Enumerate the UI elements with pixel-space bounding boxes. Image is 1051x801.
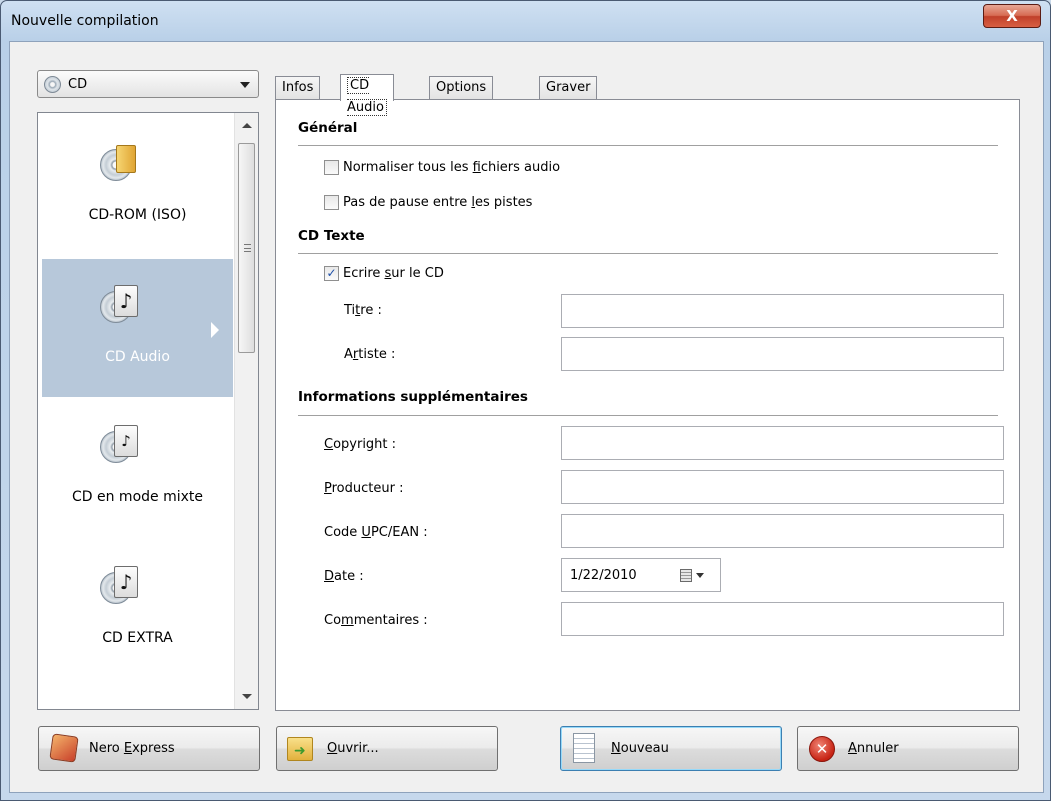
open-label: Ouvrir... [327, 741, 379, 756]
no-pause-checkbox[interactable]: Pas de pause entre les pistes [324, 192, 532, 212]
dialog-window: Nouvelle compilation X CD CD-ROM (ISO) ♪… [0, 0, 1051, 801]
section-title-cd-text: CD Texte [298, 228, 365, 244]
nero-express-button[interactable]: Nero Express [38, 726, 260, 771]
list-item-label: CD en mode mixte [71, 489, 203, 505]
calendar-icon[interactable] [680, 569, 692, 582]
disc-icon [44, 76, 61, 93]
tab-infos[interactable]: Infos [275, 76, 321, 100]
comments-label: Commentaires : [324, 613, 428, 628]
open-button[interactable]: Ouvrir... [276, 726, 498, 771]
tab-label: Graver [546, 80, 591, 95]
cancel-icon: ✕ [806, 733, 838, 765]
titre-label: Titre : [344, 303, 382, 318]
list-item-label: CD EXTRA [102, 630, 173, 646]
write-cd-text-checkbox[interactable]: ✓ Ecrire sur le CD [324, 263, 444, 283]
disc-type-value: CD [68, 77, 88, 92]
cd-rom-iso-icon [100, 141, 142, 183]
checkbox-box[interactable]: ✓ [324, 265, 339, 281]
artiste-input[interactable] [561, 337, 1004, 371]
tab-label: Infos [282, 80, 314, 95]
tab-options-cda[interactable]: Options CDA [429, 76, 494, 117]
grip-icon [244, 244, 251, 252]
producteur-input[interactable] [561, 470, 1004, 504]
nero-express-icon [47, 733, 79, 765]
write-cd-text-label: Ecrire sur le CD [343, 265, 444, 281]
copyright-label: Copyright : [324, 437, 397, 452]
selection-arrow-icon [211, 322, 219, 338]
tab-graver[interactable]: Graver [539, 76, 598, 100]
close-button[interactable]: X [983, 4, 1041, 28]
chevron-down-icon [240, 82, 250, 88]
section-divider [298, 253, 998, 254]
close-icon: X [1006, 7, 1018, 25]
tab-panel-cd-audio: Général Normaliser tous les fichiers aud… [275, 99, 1020, 711]
chevron-down-icon[interactable] [696, 573, 704, 578]
list-scrollbar[interactable] [234, 113, 258, 709]
titre-input[interactable] [561, 294, 1004, 328]
list-items: CD-ROM (ISO) ♪ CD Audio ♪ CD en mode mix… [38, 113, 234, 709]
list-item-label: CD Audio [105, 349, 170, 365]
scrollbar-thumb[interactable] [238, 143, 255, 353]
list-item-cd-rom-iso[interactable]: CD-ROM (ISO) [42, 117, 233, 255]
dialog-client-area: CD CD-ROM (ISO) ♪ CD Audio ♪ CD en mode … [9, 41, 1044, 793]
nero-express-label: Nero Express [89, 741, 175, 756]
normalize-checkbox[interactable]: Normaliser tous les fichiers audio [324, 157, 560, 177]
cancel-label: Annuler [848, 741, 899, 756]
tab-cd-audio[interactable]: CD Audio [340, 74, 394, 116]
new-label: Nouveau [611, 741, 669, 756]
date-label: Date : [324, 569, 364, 584]
list-item-label: CD-ROM (ISO) [88, 207, 187, 223]
date-value: 1/22/2010 [570, 568, 637, 583]
title-bar[interactable]: Nouvelle compilation X [1, 1, 1050, 41]
upc-ean-label: Code UPC/EAN : [324, 525, 428, 540]
new-document-icon [569, 733, 601, 765]
section-title-general: Général [298, 120, 358, 136]
section-divider [298, 415, 998, 416]
list-item-cd-extra[interactable]: ♪ CD EXTRA [42, 540, 233, 678]
cd-audio-icon: ♪ [100, 283, 142, 325]
list-item-cd-mixed-mode[interactable]: ♪ CD en mode mixte [42, 399, 233, 537]
normalize-label: Normaliser tous les fichiers audio [343, 159, 561, 175]
disc-type-combo[interactable]: CD [37, 70, 259, 98]
checkbox-box[interactable] [324, 194, 339, 210]
comments-input[interactable] [561, 602, 1004, 636]
copyright-input[interactable] [561, 426, 1004, 460]
window-title: Nouvelle compilation [11, 13, 159, 29]
section-title-extra-info: Informations supplémentaires [298, 389, 528, 405]
section-divider [298, 145, 998, 146]
cd-extra-icon: ♪ [100, 564, 142, 606]
producteur-label: Producteur : [324, 481, 404, 496]
checkbox-box[interactable] [324, 159, 339, 175]
scroll-up-icon[interactable] [242, 123, 252, 128]
list-item-cd-audio[interactable]: ♪ CD Audio [42, 259, 233, 397]
open-folder-icon [285, 733, 317, 765]
cancel-button[interactable]: ✕ Annuler [797, 726, 1019, 771]
date-picker[interactable]: 1/22/2010 [561, 558, 721, 592]
scroll-down-icon[interactable] [242, 694, 252, 699]
cd-mixed-mode-icon: ♪ [100, 423, 142, 465]
upc-ean-input[interactable] [561, 514, 1004, 548]
no-pause-label: Pas de pause entre les pistes [343, 194, 533, 210]
artiste-label: Artiste : [344, 347, 396, 362]
new-button[interactable]: Nouveau [560, 726, 782, 771]
tab-label: CD Audio [347, 77, 387, 116]
compilation-type-list: CD-ROM (ISO) ♪ CD Audio ♪ CD en mode mix… [37, 112, 259, 710]
